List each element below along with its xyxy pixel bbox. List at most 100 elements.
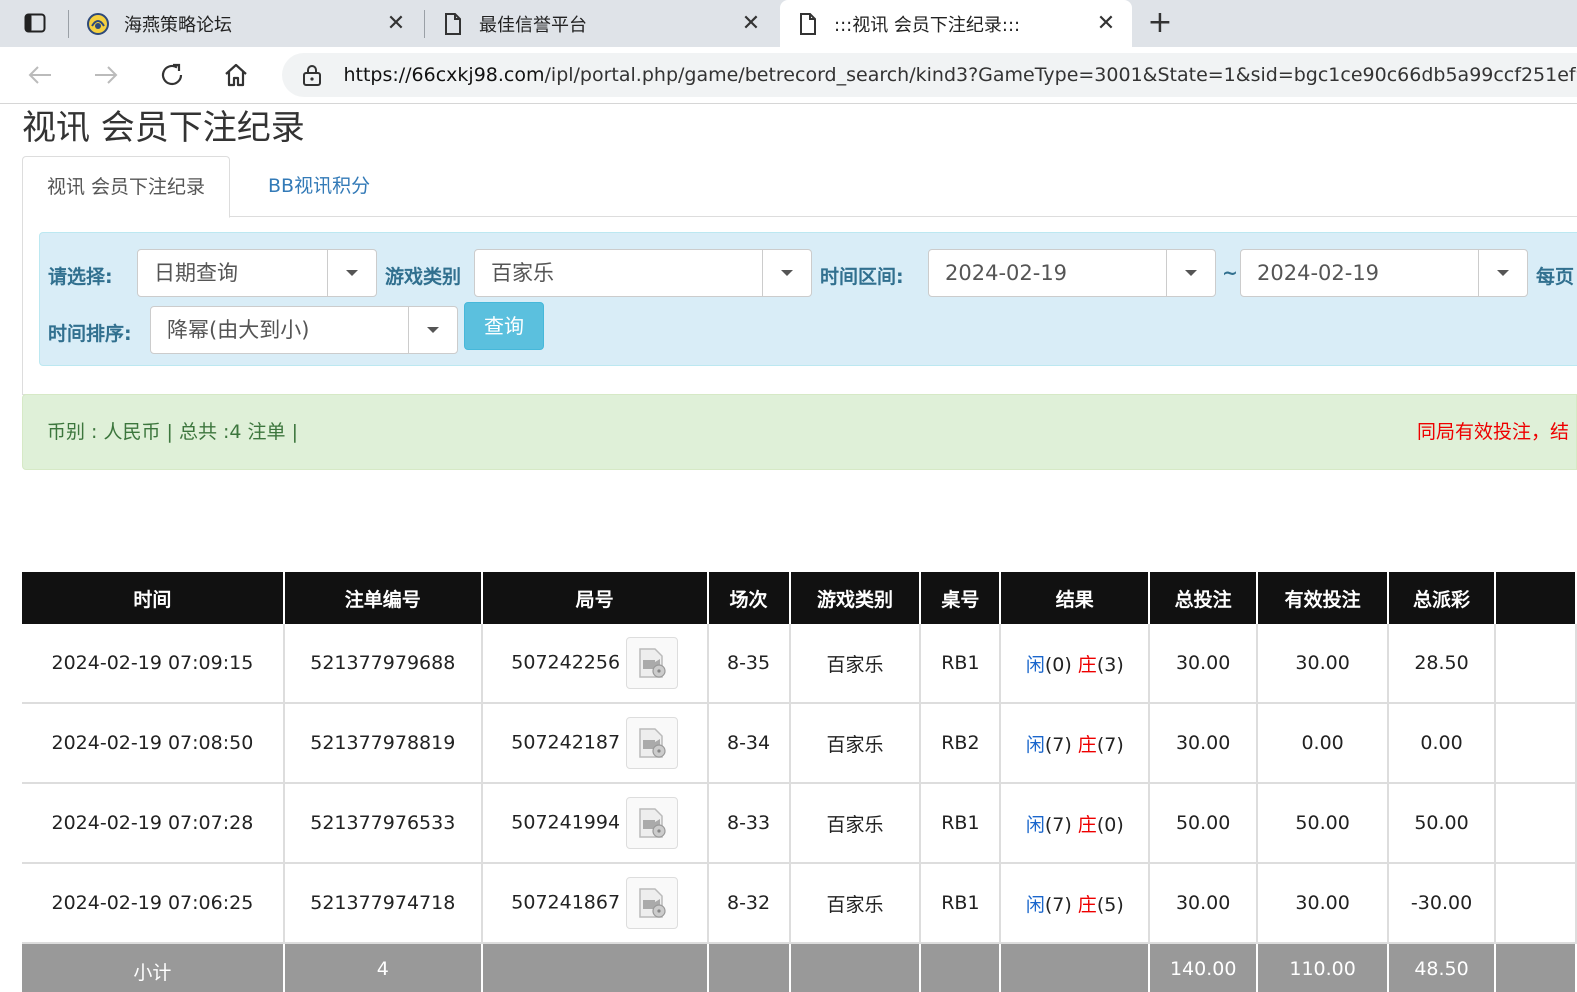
subtotal-count: 4 — [283, 943, 483, 992]
banker-score: (3) — [1096, 653, 1124, 676]
time-range-label: 时间区间: — [820, 266, 904, 288]
table-row: 2024-02-19 07:09:15 521377979688 507242256… — [22, 624, 1577, 704]
subtotal-empty — [789, 943, 922, 992]
sort-select[interactable]: 降幂(由大到小) — [150, 306, 458, 354]
col-header-game[interactable]: 游戏类别 — [789, 572, 922, 624]
chevron-down-icon[interactable] — [408, 307, 457, 353]
browser-tab-3[interactable]: :::视讯 会员下注纪录::: ✕ — [780, 0, 1132, 47]
cell-time: 2024-02-19 07:07:28 — [22, 783, 285, 864]
chevron-down-icon[interactable] — [1478, 250, 1527, 296]
banker-label: 庄 — [1077, 893, 1097, 916]
cell-result: 闲(0) 庄(3) — [1000, 624, 1151, 704]
player-label: 闲 — [1025, 893, 1045, 916]
cell-table: RB2 — [920, 703, 1002, 784]
cell-time: 2024-02-19 07:09:15 — [22, 624, 285, 704]
player-score: (7) — [1044, 893, 1072, 916]
tab-separator — [68, 10, 69, 38]
browser-tab-2[interactable]: 最佳信誉平台 ✕ — [425, 0, 777, 47]
col-header-table[interactable]: 桌号 — [920, 572, 1002, 624]
subtotal-empty — [481, 943, 709, 992]
banker-label: 庄 — [1077, 733, 1097, 756]
cell-payout: 28.50 — [1388, 624, 1497, 704]
video-replay-icon[interactable] — [626, 877, 679, 929]
col-header-result[interactable]: 结果 — [1000, 572, 1151, 624]
page-icon — [796, 12, 820, 36]
round-number: 507241867 — [511, 891, 621, 914]
round-number: 507242187 — [511, 731, 621, 754]
col-header-bet-id[interactable]: 注单编号 — [283, 572, 483, 624]
col-header-session[interactable]: 场次 — [707, 572, 791, 624]
chevron-down-icon[interactable] — [1166, 250, 1215, 296]
banker-label: 庄 — [1077, 813, 1097, 836]
cell-extra — [1495, 863, 1577, 944]
cell-session: 8-35 — [707, 624, 791, 704]
col-header-time[interactable]: 时间 — [22, 572, 285, 624]
player-score: (7) — [1044, 813, 1072, 836]
tab-title: :::视讯 会员下注纪录::: — [834, 14, 1021, 36]
page-icon — [441, 12, 465, 36]
summary-alert: 币别 : 人民币 | 总共 :4 注单 | 同局有效投注，结 — [22, 394, 1577, 470]
date-from-select[interactable]: 2024-02-19 — [928, 249, 1216, 297]
close-icon[interactable]: ✕ — [739, 11, 763, 36]
video-replay-icon[interactable] — [626, 717, 679, 769]
cell-round: 507241867 — [481, 863, 709, 944]
back-arrow-icon[interactable] — [24, 59, 56, 91]
chevron-down-icon[interactable] — [327, 250, 376, 296]
tab-title: 海燕策略论坛 — [124, 14, 232, 36]
video-replay-icon[interactable] — [626, 797, 679, 849]
lock-icon[interactable] — [300, 63, 323, 87]
cell-time: 2024-02-19 07:06:25 — [22, 863, 285, 944]
close-icon[interactable]: ✕ — [384, 11, 408, 36]
subtotal-empty — [1495, 943, 1577, 992]
table-row: 2024-02-19 07:06:25 521377974718 507241867… — [22, 863, 1577, 944]
cell-extra — [1495, 624, 1577, 704]
per-page-label: 每页 — [1536, 266, 1575, 288]
page-tabs: 视讯 会员下注纪录 BB视讯积分 — [22, 156, 1577, 218]
cell-valid-bet: 50.00 — [1257, 783, 1390, 864]
cell-game: 百家乐 — [789, 783, 922, 864]
address-bar[interactable]: https://66cxkj98.com/ipl/portal.php/game… — [282, 53, 1577, 97]
col-header-valid-bet[interactable]: 有效投注 — [1257, 572, 1390, 624]
subtotal-payout: 48.50 — [1388, 943, 1497, 992]
col-header-payout[interactable]: 总派彩 — [1388, 572, 1497, 624]
query-button[interactable]: 查询 — [464, 302, 544, 350]
forum-favicon — [86, 12, 110, 36]
sidebar-toggle-icon[interactable] — [24, 12, 46, 34]
query-type-select[interactable]: 日期查询 — [137, 249, 377, 297]
game-type-label: 游戏类别 — [385, 266, 462, 288]
cell-bet-id: 521377974718 — [283, 863, 483, 944]
plus-icon[interactable]: + — [1146, 6, 1174, 40]
url-text: https://66cxkj98.com/ipl/portal.php/game… — [343, 64, 1577, 86]
col-header-total-bet[interactable]: 总投注 — [1149, 572, 1259, 624]
tab-bet-record[interactable]: 视讯 会员下注纪录 — [22, 156, 231, 218]
sort-label: 时间排序: — [48, 323, 132, 345]
cell-bet-id: 521377978819 — [283, 703, 483, 784]
subtotal-empty — [707, 943, 791, 992]
cell-round: 507241994 — [481, 783, 709, 864]
cell-result: 闲(7) 庄(5) — [1000, 863, 1151, 944]
home-icon[interactable] — [220, 59, 252, 91]
forward-arrow-icon[interactable] — [90, 59, 122, 91]
filter-panel-wrapper: 请选择: 日期查询 游戏类别 百家乐 时间区间: 2024-02-19 ~ 20… — [22, 216, 1577, 395]
col-header-round[interactable]: 局号 — [481, 572, 709, 624]
game-type-select[interactable]: 百家乐 — [474, 249, 812, 297]
subtotal-empty — [920, 943, 1002, 992]
cell-game: 百家乐 — [789, 624, 922, 704]
browser-tab-1[interactable]: 海燕策略论坛 ✕ — [70, 0, 422, 47]
chevron-down-icon[interactable] — [762, 250, 811, 296]
subtotal-row: 小计 4 140.00 110.00 48.50 — [22, 943, 1577, 992]
summary-text: 币别 : 人民币 | 总共 :4 注单 | — [47, 421, 298, 443]
cell-total-bet: 30.00 — [1149, 703, 1259, 784]
close-icon[interactable]: ✕ — [1094, 11, 1118, 36]
reload-icon[interactable] — [156, 59, 188, 91]
cell-game: 百家乐 — [789, 703, 922, 784]
tab-bb-points[interactable]: BB视讯积分 — [244, 156, 394, 216]
banker-label: 庄 — [1077, 653, 1097, 676]
video-replay-icon[interactable] — [626, 637, 679, 689]
date-to-select[interactable]: 2024-02-19 — [1240, 249, 1528, 297]
cell-time: 2024-02-19 07:08:50 — [22, 703, 285, 784]
banker-score: (0) — [1096, 813, 1124, 836]
cell-round: 507242256 — [481, 624, 709, 704]
round-number: 507241994 — [511, 811, 621, 834]
subtotal-valid-bet: 110.00 — [1257, 943, 1390, 992]
